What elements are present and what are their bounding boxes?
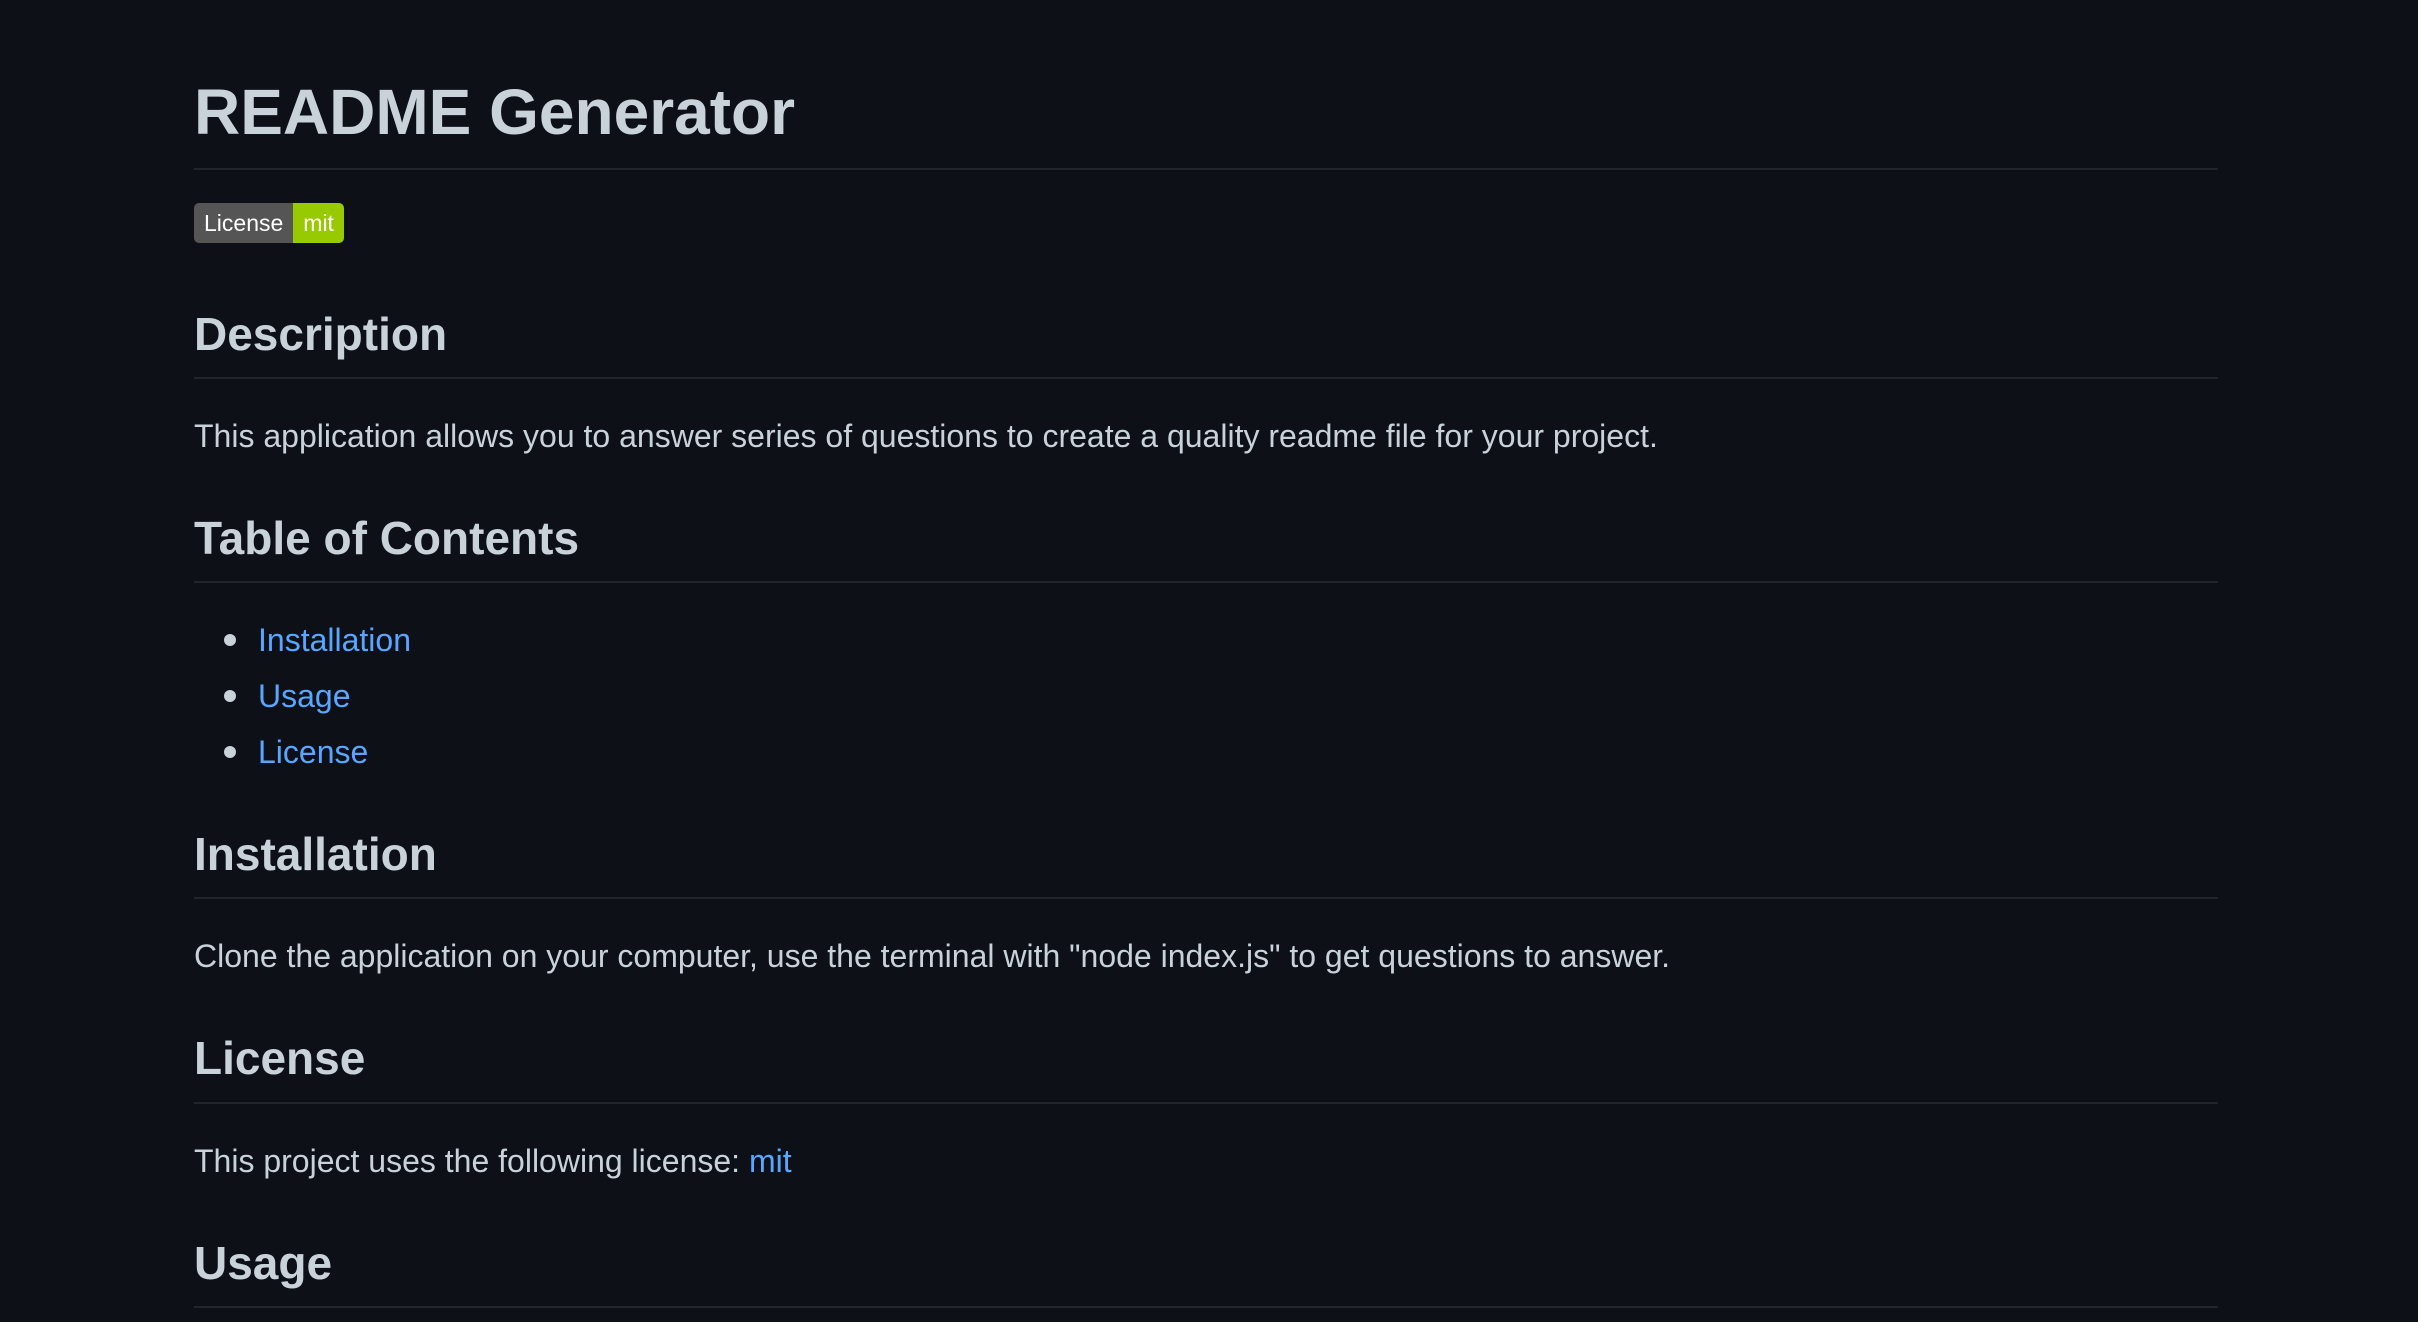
toc-link-usage[interactable]: Usage: [258, 678, 351, 714]
heading-usage: Usage: [194, 1237, 333, 1289]
heading-installation: Installation: [194, 828, 437, 880]
title-divider: [194, 168, 2218, 170]
toc-link-license[interactable]: License: [258, 734, 368, 770]
badge-value: mit: [293, 203, 344, 243]
page-title: README Generator: [194, 76, 795, 148]
bullet: [224, 634, 236, 646]
toc-item-installation: Installation: [194, 615, 411, 671]
license-link[interactable]: mit: [749, 1143, 792, 1179]
installation-divider: [194, 897, 2218, 899]
toc-list: Installation Usage License: [194, 615, 411, 783]
usage-divider: [194, 1306, 2218, 1308]
toc-item-usage: Usage: [194, 671, 411, 727]
heading-license: License: [194, 1032, 366, 1084]
badge-label: License: [194, 203, 294, 243]
heading-description: Description: [194, 308, 448, 360]
license-text: This project uses the following license:…: [194, 1139, 792, 1183]
license-text-prefix: This project uses the following license:: [194, 1143, 749, 1179]
toc-divider: [194, 581, 2218, 583]
heading-table-of-contents: Table of Contents: [194, 512, 580, 564]
bullet: [224, 746, 236, 758]
description-divider: [194, 377, 2218, 379]
license-divider: [194, 1102, 2218, 1104]
license-badge: License mit: [194, 203, 344, 243]
description-text: This application allows you to answer se…: [194, 418, 1658, 454]
installation-text: Clone the application on your computer, …: [194, 938, 1671, 974]
toc-item-license: License: [194, 727, 411, 783]
toc-link-installation[interactable]: Installation: [258, 622, 411, 658]
bullet: [224, 690, 236, 702]
